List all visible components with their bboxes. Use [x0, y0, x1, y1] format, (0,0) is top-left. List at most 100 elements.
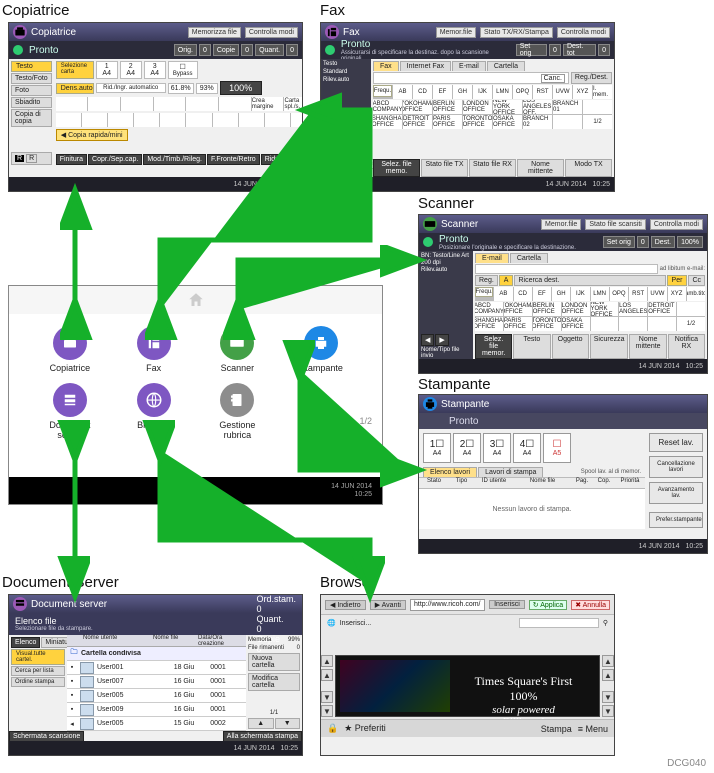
stato-tx-rx-button[interactable]: Stato TX/RX/Stampa: [480, 27, 553, 38]
az[interactable]: EF: [433, 85, 452, 99]
reload-button[interactable]: Inserisci: [489, 600, 525, 609]
controlla-modi-button[interactable]: Controlla modi: [650, 219, 703, 230]
az[interactable]: I. mem.: [593, 85, 612, 99]
browser-viewport[interactable]: Times Square's First 100% solar powered …: [335, 655, 600, 717]
arrow-left[interactable]: ◀: [323, 145, 337, 157]
az[interactable]: RST: [533, 85, 552, 99]
tab-sbiadito[interactable]: Sbiadito: [11, 97, 52, 108]
memor-file-button[interactable]: Memor.file: [436, 27, 476, 38]
dest-cell[interactable]: TORONTO OFFICE: [463, 115, 492, 129]
az[interactable]: RST: [629, 287, 647, 301]
bottom-fronte[interactable]: F.Fronte/Retro: [207, 154, 260, 165]
az[interactable]: GH: [453, 85, 472, 99]
stato-tx[interactable]: Stato file TX: [421, 159, 468, 177]
pct-a[interactable]: 61.8%: [168, 83, 194, 94]
bottom-copr[interactable]: Copr./Sep.cap.: [88, 154, 142, 165]
dest-cell[interactable]: YOKOHAMA OFFICE: [403, 100, 432, 114]
memor-file-button[interactable]: Memor.file: [541, 219, 581, 230]
folder-name[interactable]: Cartella condivisa: [81, 650, 151, 657]
dest-cell[interactable]: PARIS OFFICE: [504, 317, 532, 331]
cell[interactable]: [239, 113, 264, 127]
scroll-down2-right[interactable]: ▼: [602, 691, 614, 703]
tab-internet-fax[interactable]: Internet Fax: [400, 61, 451, 71]
cell[interactable]: [186, 97, 218, 111]
bottom-riduz[interactable]: Riduz./Ingrend.: [261, 154, 303, 165]
next[interactable]: ▶: [435, 334, 448, 346]
tab-email[interactable]: E-mail: [452, 61, 486, 71]
az[interactable]: UVW: [553, 85, 572, 99]
col-data[interactable]: Data/Ora creazione: [198, 635, 246, 646]
az[interactable]: GH: [552, 287, 570, 301]
per[interactable]: Per: [667, 275, 688, 286]
page-down[interactable]: ▼: [275, 718, 301, 729]
to[interactable]: A: [499, 275, 514, 286]
dest-cell[interactable]: BRANCH 01: [553, 100, 582, 114]
dest-cell[interactable]: BRANCH 02: [523, 115, 552, 129]
dest-cell[interactable]: TORONTO OFFICE: [533, 317, 561, 331]
prefer-stampante-button[interactable]: Prefer.stampante: [649, 512, 703, 528]
file-row[interactable]: ▪User00716 Giu0001: [67, 675, 246, 689]
dest-cell[interactable]: [591, 317, 619, 331]
dest-field[interactable]: [475, 264, 658, 274]
tray-1[interactable]: 1☐A4: [423, 433, 451, 463]
dest-cell[interactable]: NEW YORK OFFICE: [591, 302, 619, 316]
cell[interactable]: [108, 113, 133, 127]
dest-cell[interactable]: LONDON OFFICE: [463, 100, 492, 114]
crontlg[interactable]: Crontlg.: [338, 145, 369, 157]
cc[interactable]: Cc: [688, 275, 705, 286]
col-nome-file[interactable]: Nome file: [153, 635, 198, 646]
app-copiatrice[interactable]: Copiatrice: [31, 326, 109, 373]
tray-3[interactable]: 3☐A4: [483, 433, 511, 463]
avanzamento-button[interactable]: Avanzamento lav.: [649, 482, 703, 504]
stato-rx[interactable]: Stato file RX: [469, 159, 516, 177]
cell[interactable]: [213, 113, 238, 127]
carta-speciale[interactable]: Carta spl./s.: [284, 97, 303, 111]
tab-cartella[interactable]: Cartella: [487, 61, 525, 71]
file-row[interactable]: ▪User00916 Giu0001: [67, 703, 246, 717]
selezione-carta[interactable]: Selezione carta: [56, 61, 94, 79]
cell[interactable]: [121, 97, 153, 111]
selez[interactable]: Selez. file memor.: [475, 334, 512, 359]
search-input[interactable]: [519, 618, 599, 628]
nome-mitt[interactable]: Nome mittente: [517, 159, 564, 177]
ordine-stampa[interactable]: Ordine stampa: [11, 677, 65, 687]
bottom-sicurezza[interactable]: Sicurezza: [590, 334, 629, 359]
az[interactable]: EF: [533, 287, 551, 301]
app-document-server[interactable]: Document server: [31, 383, 109, 440]
dest-cell[interactable]: OSAKA OFFICE: [493, 115, 522, 129]
tab-testo[interactable]: Testo: [11, 61, 52, 72]
prev[interactable]: ◀: [421, 334, 434, 346]
bottom-mod[interactable]: Mod./Timb./Rileg.: [143, 154, 206, 165]
preferiti-button[interactable]: ★ Preferiti: [344, 723, 386, 734]
menu-button[interactable]: ≡ Menu: [578, 724, 608, 734]
bottom-testo[interactable]: Testo: [513, 334, 550, 359]
cell[interactable]: [265, 113, 290, 127]
bypass[interactable]: ☐Bypass: [168, 61, 198, 79]
url-field[interactable]: http://www.ricoh.com/: [410, 599, 485, 611]
rid-ingrand[interactable]: Rid./Ingr. automatico: [96, 83, 166, 93]
cerca-lista[interactable]: Cerca per lista: [11, 666, 65, 676]
tab-foto[interactable]: Foto: [11, 85, 52, 96]
page-up[interactable]: ▲: [248, 718, 274, 729]
az[interactable]: OPQ: [610, 287, 628, 301]
bottom-mitt[interactable]: Nome mittente: [629, 334, 666, 359]
dest-cell[interactable]: YOKOHAMA OFFICE: [504, 302, 532, 316]
modo-tx[interactable]: Modo TX: [565, 159, 612, 177]
imm[interactable]: Imm.: [323, 159, 344, 169]
controlla-modi-button[interactable]: Controlla modi: [245, 27, 298, 38]
tab-fax[interactable]: Fax: [373, 61, 399, 71]
stop-button[interactable]: ✖ Annulla: [571, 600, 610, 610]
cell[interactable]: [291, 113, 303, 127]
dest-cell[interactable]: [553, 115, 582, 129]
az[interactable]: OPQ: [513, 85, 532, 99]
az[interactable]: IJK: [571, 287, 589, 301]
dest-cell[interactable]: DETROIT OFFICE: [403, 115, 432, 129]
bottom-oggetto[interactable]: Oggetto: [552, 334, 589, 359]
scroll-down2-left[interactable]: ▼: [321, 691, 333, 703]
dest-cell[interactable]: NEW YORK OFFICE: [493, 100, 522, 114]
az[interactable]: AB: [393, 85, 412, 99]
scroll-up-left[interactable]: ▲: [321, 655, 333, 667]
cell[interactable]: [88, 97, 120, 111]
selez-file[interactable]: Selez. file memo.: [373, 159, 420, 177]
pct-b[interactable]: 93%: [196, 83, 218, 94]
